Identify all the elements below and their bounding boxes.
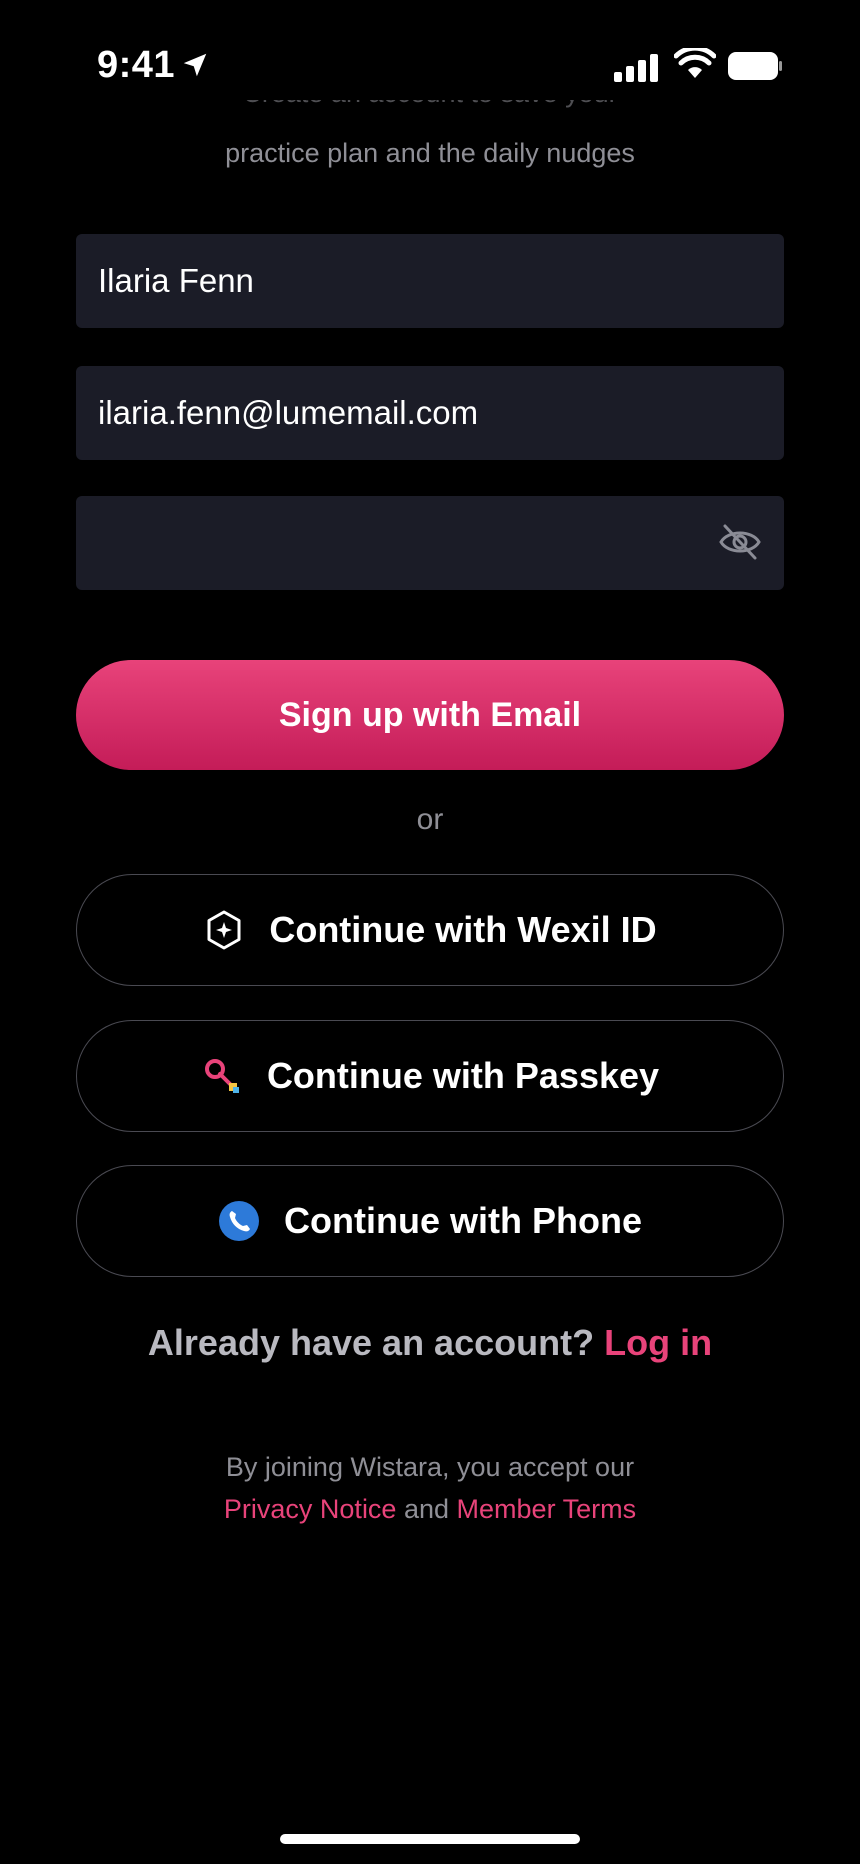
passkey-icon <box>204 1059 239 1093</box>
continue-passkey-button[interactable]: Continue with Passkey <box>76 1020 784 1132</box>
intro-text: Create an account to save your practice … <box>0 100 860 170</box>
or-divider: or <box>416 803 444 836</box>
legal-links-line: Privacy Notice and Member Terms <box>0 1488 860 1530</box>
login-prompt-text: Already have an account? <box>147 1322 595 1363</box>
wifi-icon <box>674 48 716 78</box>
home-indicator <box>280 1834 580 1844</box>
cellular-signal-icon <box>614 54 658 82</box>
location-arrow-icon <box>183 53 207 77</box>
sign-up-email-button[interactable]: Sign up with Email <box>76 660 784 770</box>
login-prompt-row: Already have an account? Log in <box>0 1322 860 1364</box>
password-input[interactable] <box>76 496 784 590</box>
eye-slash-icon[interactable] <box>718 522 762 562</box>
intro-line-2: practice plan and the daily nudges <box>225 138 635 168</box>
name-input[interactable] <box>76 234 784 328</box>
legal-prefix: By joining Wistara, you accept our <box>225 1452 635 1482</box>
member-terms-link[interactable]: Member Terms <box>457 1494 637 1524</box>
legal-notice: By joining Wistara, you accept our Priva… <box>0 1446 860 1530</box>
privacy-notice-link[interactable]: Privacy Notice <box>224 1494 397 1524</box>
password-field[interactable] <box>76 496 784 590</box>
continue-wexil-label: Continue with Wexil ID <box>269 909 657 950</box>
email-field[interactable] <box>76 366 784 460</box>
phone-icon <box>219 1201 260 1241</box>
email-input[interactable] <box>76 366 784 460</box>
continue-phone-label: Continue with Phone <box>284 1200 642 1241</box>
log-in-link[interactable]: Log in <box>604 1322 712 1363</box>
status-time: 9:41 <box>97 44 176 86</box>
legal-and: and <box>403 1494 450 1524</box>
name-field[interactable] <box>76 234 784 328</box>
intro-line-1: Create an account to save your <box>0 100 860 109</box>
continue-phone-button[interactable]: Continue with Phone <box>76 1165 784 1277</box>
continue-passkey-label: Continue with Passkey <box>266 1055 660 1096</box>
battery-icon <box>728 52 782 80</box>
continue-wexil-button[interactable]: Continue with Wexil ID <box>76 874 784 986</box>
wexil-id-icon <box>207 910 241 950</box>
